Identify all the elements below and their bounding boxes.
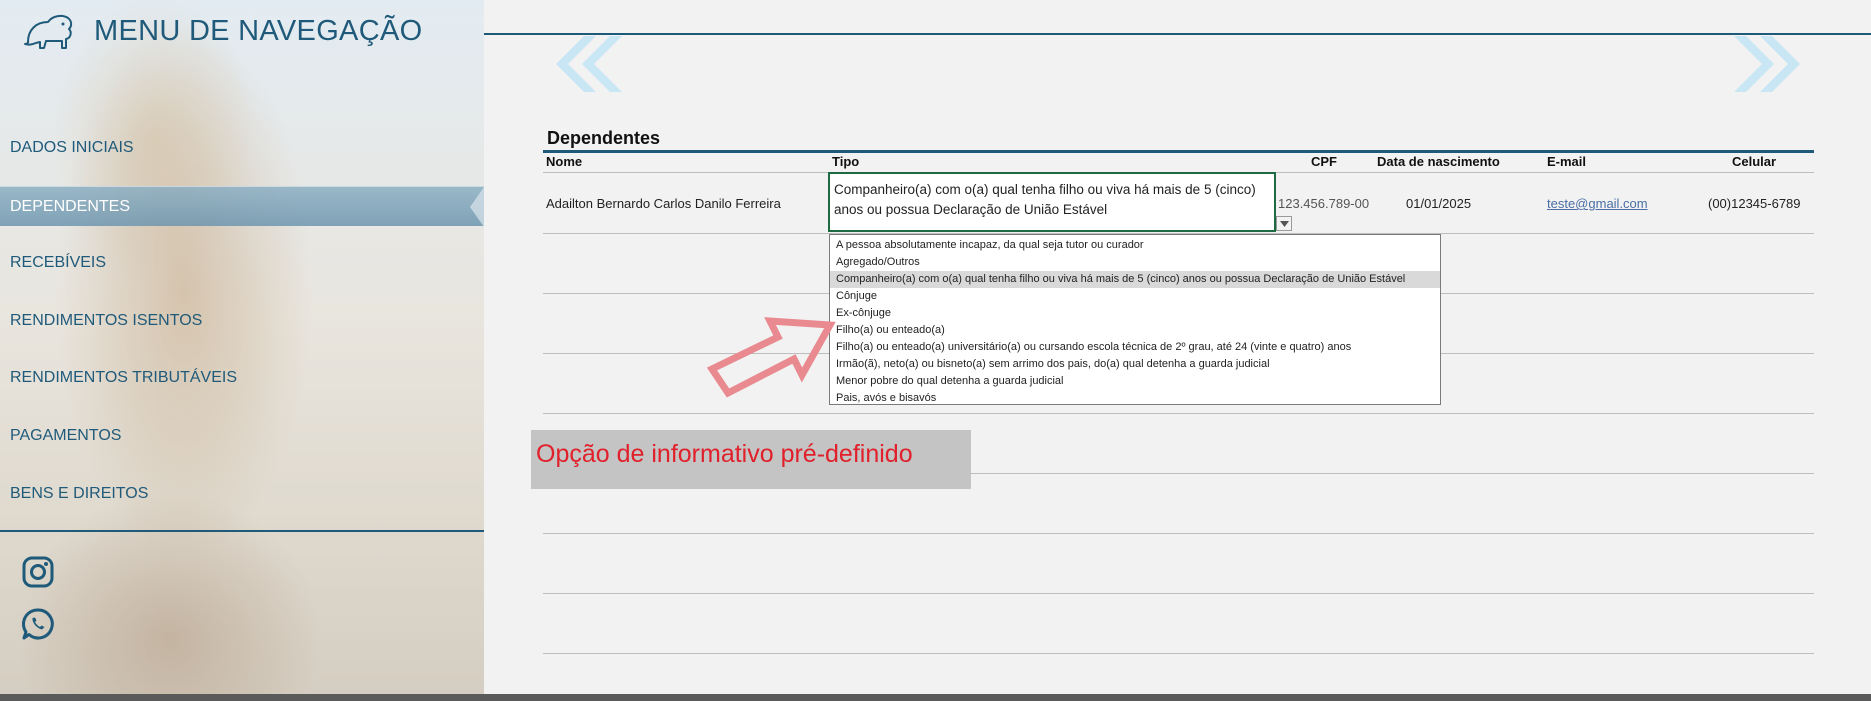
sidebar-item-label: RENDIMENTOS TRIBUTÁVEIS xyxy=(10,369,237,386)
sidebar-item-dependentes[interactable]: DEPENDENTES xyxy=(0,186,484,227)
double-chevron-right-icon[interactable] xyxy=(1726,34,1812,94)
sidebar-item-dados-iniciais[interactable]: DADOS INICIAIS xyxy=(0,128,484,168)
menu-title: MENU DE NAVEGAÇÃO xyxy=(94,15,423,47)
top-divider xyxy=(484,33,1871,35)
bottom-bar xyxy=(0,694,1871,701)
sidebar-item-recebiveis[interactable]: RECEBÍVEIS xyxy=(0,243,484,283)
dropdown-option[interactable]: Filho(a) ou enteado(a) xyxy=(830,322,1440,339)
sidebar-item-bens-e-direitos[interactable]: BENS E DIREITOS xyxy=(0,474,484,514)
sidebar-item-label: RENDIMENTOS ISENTOS xyxy=(10,312,203,329)
lion-logo-icon xyxy=(24,14,73,49)
row-separator xyxy=(543,533,1814,534)
dropdown-option-selected[interactable]: Companheiro(a) com o(a) qual tenha filho… xyxy=(830,271,1440,288)
dropdown-option[interactable]: Irmão(ã), neto(a) ou bisneto(a) sem arri… xyxy=(830,356,1440,373)
row-separator xyxy=(543,593,1814,594)
column-header-celular: Celular xyxy=(1732,154,1777,169)
sidebar-item-label: BENS E DIREITOS xyxy=(10,485,149,502)
table-header-line xyxy=(543,150,1814,153)
section-title: Dependentes xyxy=(547,128,661,148)
column-header-data-nascimento: Data de nascimento xyxy=(1377,154,1500,169)
tipo-dropdown-list[interactable]: A pessoa absolutamente incapaz, da qual … xyxy=(829,234,1441,405)
tipo-selected-cell[interactable]: Companheiro(a) com o(a) qual tenha filho… xyxy=(828,172,1276,232)
sidebar-divider xyxy=(0,530,484,532)
sidebar-item-label: DADOS INICIAIS xyxy=(10,139,134,156)
sidebar-item-label: PAGAMENTOS xyxy=(10,427,122,444)
column-header-tipo: Tipo xyxy=(832,154,860,169)
dropdown-option[interactable]: Cônjuge xyxy=(830,288,1440,305)
dropdown-option[interactable]: Pais, avós e bisavós xyxy=(830,390,1440,407)
column-header-cpf: CPF xyxy=(1311,154,1337,169)
dropdown-option[interactable]: Filho(a) ou enteado(a) universitário(a) … xyxy=(830,339,1440,356)
navigation-sidebar: MENU DE NAVEGAÇÃO DADOS INICIAIS DEPENDE… xyxy=(0,0,484,694)
dropdown-option[interactable]: A pessoa absolutamente incapaz, da qual … xyxy=(830,237,1440,254)
column-header-nome: Nome xyxy=(546,154,583,169)
annotation-arrow-icon xyxy=(706,317,836,398)
sidebar-item-rendimentos-isentos[interactable]: RENDIMENTOS ISENTOS xyxy=(0,301,484,341)
cell-email-link[interactable]: teste@gmail.com xyxy=(1547,196,1648,211)
dropdown-option[interactable]: Menor pobre do qual detenha a guarda jud… xyxy=(830,373,1440,390)
cell-cpf[interactable]: 123.456.789-00 xyxy=(1278,196,1369,211)
row-separator xyxy=(543,653,1814,654)
instagram-icon[interactable] xyxy=(20,554,56,590)
sidebar-header: MENU DE NAVEGAÇÃO xyxy=(0,0,484,64)
sidebar-item-pagamentos[interactable]: PAGAMENTOS xyxy=(0,416,484,456)
dropdown-option[interactable]: Agregado/Outros xyxy=(830,254,1440,271)
cell-data-nascimento[interactable]: 01/01/2025 xyxy=(1406,196,1471,211)
annotation-note-text: Opção de informativo pré-definido xyxy=(536,440,913,468)
dropdown-toggle-button[interactable] xyxy=(1276,216,1292,231)
row-separator xyxy=(543,413,1814,414)
sidebar-item-label: DEPENDENTES xyxy=(10,197,131,215)
double-chevron-left-icon[interactable] xyxy=(544,34,630,94)
cell-nome[interactable]: Adailton Bernardo Carlos Danilo Ferreira xyxy=(546,196,781,211)
cell-celular[interactable]: (00)12345-6789 xyxy=(1708,196,1801,211)
column-header-email: E-mail xyxy=(1547,154,1587,169)
whatsapp-icon[interactable] xyxy=(20,606,56,642)
chevron-down-icon xyxy=(1279,220,1289,227)
dropdown-option[interactable]: Ex-cônjuge xyxy=(830,305,1440,322)
sidebar-item-label: RECEBÍVEIS xyxy=(10,254,107,271)
sidebar-item-rendimentos-tributaveis[interactable]: RENDIMENTOS TRIBUTÁVEIS xyxy=(0,358,484,398)
